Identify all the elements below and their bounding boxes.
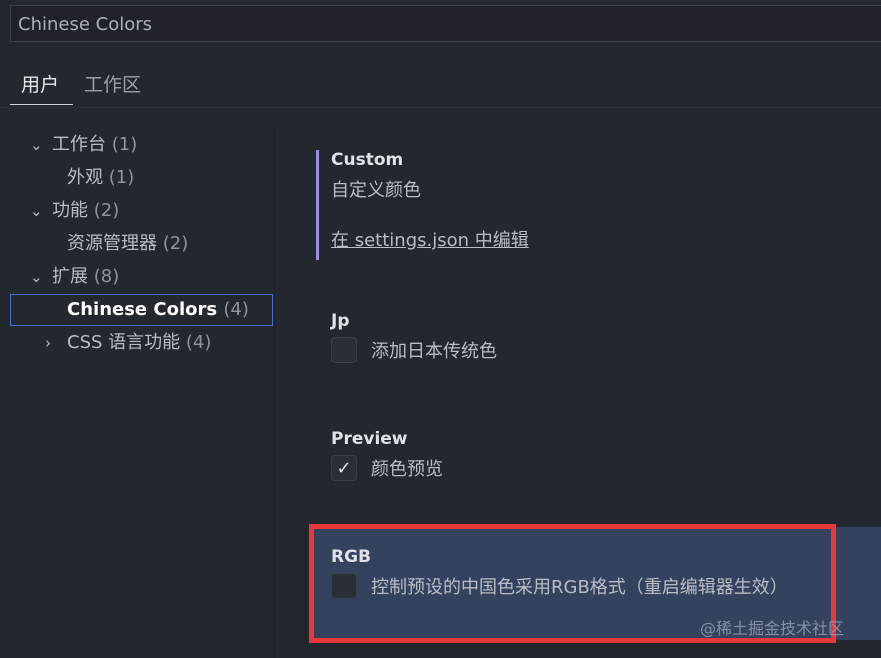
- chevron-down-icon: ⌄: [30, 136, 43, 154]
- setting-title: Custom: [331, 150, 404, 170]
- settings-search-input[interactable]: Chinese Colors: [10, 5, 881, 42]
- tree-label: 外观: [67, 167, 103, 188]
- setting-title: Preview: [331, 429, 408, 449]
- tree-count: (4): [185, 332, 212, 353]
- setting-title: Jp: [331, 311, 350, 331]
- setting-preview: Preview ✓ 颜色预览: [331, 429, 443, 481]
- setting-description: 添加日本传统色: [371, 341, 497, 362]
- tree-item-workbench[interactable]: ⌄ 工作台 (1): [30, 130, 137, 160]
- active-tab-indicator: [10, 104, 73, 105]
- setting-custom: Custom 自定义颜色 在 settings.json 中编辑: [331, 150, 529, 252]
- tree-count: (2): [93, 200, 120, 221]
- tree-count: (1): [108, 167, 135, 188]
- sidebar-divider[interactable]: [274, 128, 275, 658]
- modified-indicator: [316, 150, 319, 260]
- tree-label: 扩展: [52, 266, 88, 287]
- chevron-right-icon: ›: [45, 334, 51, 352]
- edit-in-settings-json-link[interactable]: 在 settings.json 中编辑: [331, 226, 529, 252]
- preview-checkbox[interactable]: ✓: [331, 455, 357, 481]
- setting-description: 自定义颜色: [331, 180, 421, 201]
- tab-workspace[interactable]: 工作区: [84, 70, 141, 97]
- tree-item-explorer[interactable]: 资源管理器 (2): [67, 229, 188, 259]
- chevron-down-icon: ⌄: [30, 268, 43, 286]
- watermark: @稀土掘金技术社区: [700, 619, 845, 638]
- tree-item-chinese-colors[interactable]: Chinese Colors (4): [10, 294, 273, 326]
- tree-label: 工作台: [52, 134, 106, 155]
- setting-description: 颜色预览: [371, 459, 443, 480]
- tree-item-features[interactable]: ⌄ 功能 (2): [30, 196, 119, 226]
- tree-item-extensions[interactable]: ⌄ 扩展 (8): [30, 262, 119, 292]
- tree-item-appearance[interactable]: 外观 (1): [67, 163, 134, 193]
- chevron-down-icon: ⌄: [30, 202, 43, 220]
- tab-user[interactable]: 用户: [21, 70, 59, 97]
- jp-checkbox[interactable]: [331, 337, 357, 363]
- tree-item-css-language[interactable]: › CSS 语言功能 (4): [45, 328, 211, 358]
- tree-label: CSS 语言功能: [67, 332, 181, 353]
- tree-label: 功能: [52, 200, 88, 221]
- setting-jp: Jp 添加日本传统色: [331, 311, 497, 363]
- checkmark-icon: ✓: [336, 457, 352, 479]
- divider: [0, 107, 881, 108]
- tree-count: (4): [223, 299, 249, 320]
- tree-count: (8): [93, 266, 120, 287]
- tree-count: (2): [162, 233, 189, 254]
- tree-count: (1): [111, 134, 138, 155]
- tree-label: Chinese Colors: [67, 299, 218, 320]
- tree-label: 资源管理器: [67, 233, 157, 254]
